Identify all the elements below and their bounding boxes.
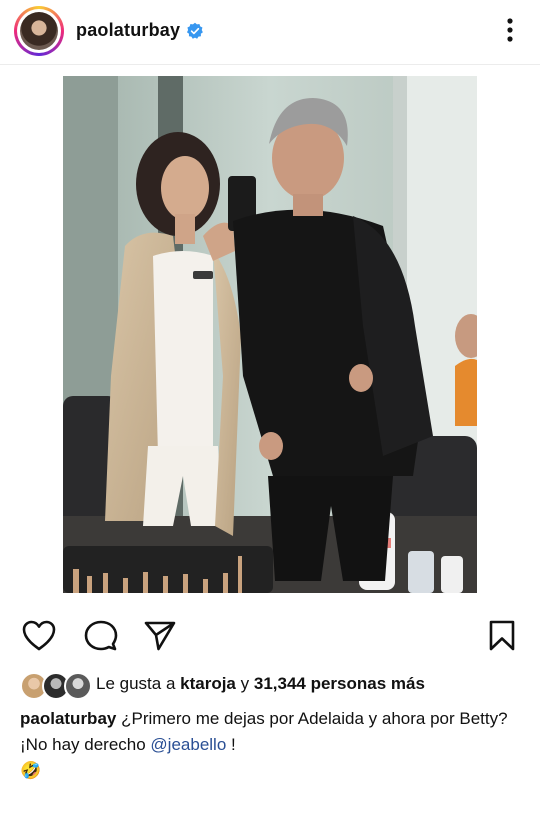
- comment-icon[interactable]: [84, 620, 118, 652]
- avatar: [64, 672, 92, 700]
- caption-emoji: 🤣: [20, 761, 42, 780]
- caption-line1: ¿Primero me dejas por Adelaida y ahora p…: [121, 709, 508, 728]
- verified-badge-icon: [186, 22, 203, 39]
- likes-prefix: Le gusta a: [96, 674, 176, 693]
- likes-connector: y: [240, 674, 250, 693]
- send-icon[interactable]: [143, 620, 177, 652]
- post-photo[interactable]: [63, 76, 477, 593]
- post-header: paolaturbay: [0, 0, 540, 65]
- bookmark-icon[interactable]: [488, 620, 516, 652]
- caption-line2-prefix: ¡No hay derecho: [20, 735, 146, 754]
- post-caption: paolaturbay ¿Primero me dejas por Adelai…: [20, 706, 525, 784]
- caption-line2-suffix: !: [226, 735, 236, 754]
- heart-icon[interactable]: [22, 620, 56, 652]
- mention-link[interactable]: @jeabello: [150, 735, 226, 754]
- profile-avatar[interactable]: [14, 6, 64, 56]
- post-image: [63, 76, 477, 593]
- username[interactable]: paolaturbay: [76, 20, 180, 41]
- liker-username[interactable]: ktaroja: [180, 674, 236, 693]
- caption-username[interactable]: paolaturbay: [20, 709, 116, 728]
- more-options-icon[interactable]: [500, 16, 520, 44]
- likes-summary[interactable]: Le gusta a ktaroja y 31,344 personas más: [96, 674, 425, 694]
- likes-count[interactable]: 31,344 personas más: [254, 674, 425, 693]
